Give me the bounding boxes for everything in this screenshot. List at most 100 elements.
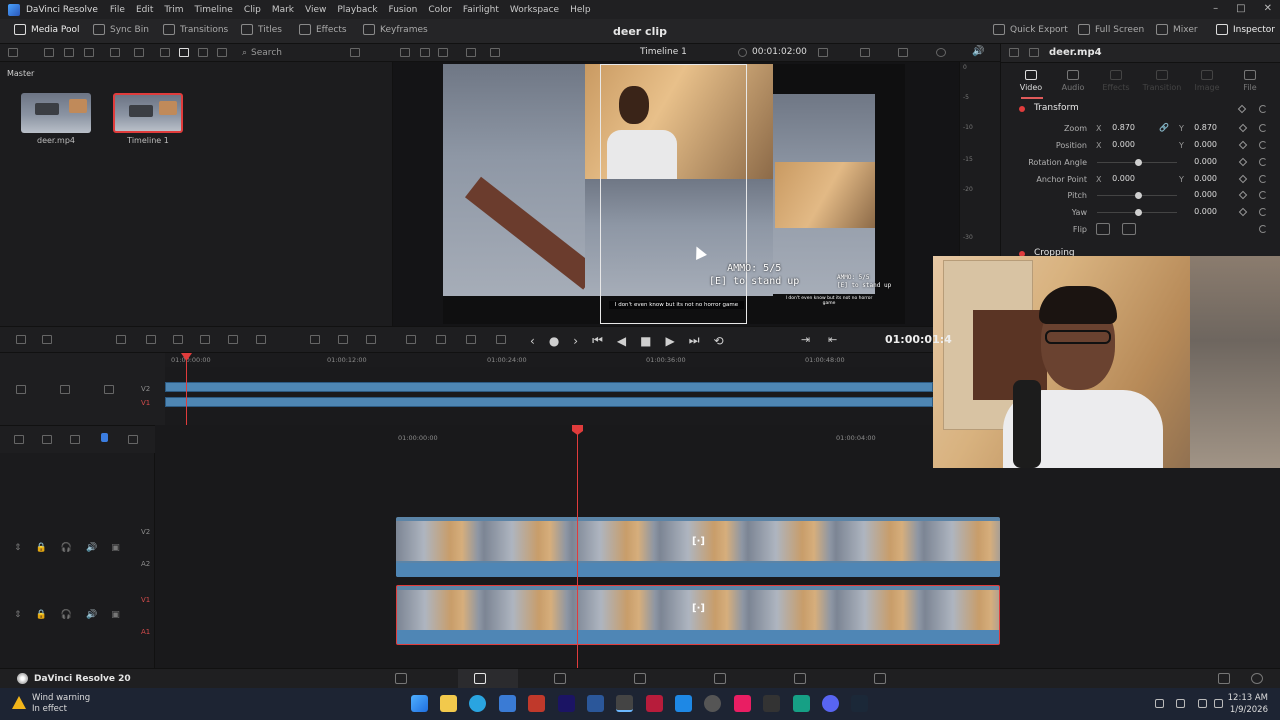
link-clips-icon[interactable] <box>42 335 52 344</box>
clip-track-v2[interactable] <box>396 517 1000 577</box>
menu-trim[interactable]: Trim <box>164 5 183 15</box>
store-icon[interactable] <box>499 695 516 712</box>
insert-icon[interactable] <box>116 335 126 344</box>
app-blue-icon[interactable] <box>675 695 692 712</box>
reset-icon[interactable] <box>1259 191 1267 199</box>
anchor-x-field[interactable]: 0.000 <box>1101 174 1135 183</box>
menu-mark[interactable]: Mark <box>272 5 294 15</box>
after-effects-icon[interactable] <box>646 695 663 712</box>
close-viewer-icon[interactable] <box>490 48 500 57</box>
bin-name[interactable]: Master <box>7 69 34 78</box>
upper-timeline-ruler[interactable]: 01:00:00:00 01:00:12:00 01:00:24:00 01:0… <box>165 353 933 367</box>
volume-icon[interactable] <box>1214 699 1223 708</box>
safe-area-icon[interactable] <box>496 335 506 344</box>
media-page-icon[interactable] <box>395 673 407 684</box>
timeline-view-icon[interactable] <box>14 435 24 444</box>
viewer-frame[interactable]: AMMO: 5/5 [E] to stand up AMMO: 5/5 [E] … <box>443 64 905 324</box>
mark-out-icon[interactable]: ⇤ <box>828 333 837 346</box>
reset-icon[interactable] <box>1259 225 1267 233</box>
upper-clip-v2[interactable] <box>165 382 933 392</box>
position-y-field[interactable]: 0.000 <box>1183 140 1217 149</box>
microphone-tray-icon[interactable] <box>1176 699 1185 708</box>
menu-workspace[interactable]: Workspace <box>510 5 559 15</box>
steam-icon[interactable] <box>851 695 868 712</box>
quick-export-button[interactable]: Quick Export <box>993 24 1068 35</box>
effects-button[interactable]: Effects <box>299 24 347 35</box>
lock-icon[interactable]: 🔒 <box>36 610 47 620</box>
keyframe-icon[interactable] <box>1238 140 1248 150</box>
tab-image[interactable]: Image <box>1187 70 1227 92</box>
menu-help[interactable]: Help <box>570 5 591 15</box>
app-red-icon[interactable] <box>528 695 545 712</box>
list-view-icon[interactable] <box>160 48 170 57</box>
cut-page-icon[interactable] <box>474 673 486 684</box>
link-icon[interactable]: 🔗 <box>1159 123 1169 132</box>
keyframe-icon[interactable] <box>1238 207 1248 217</box>
play-reverse-icon[interactable]: ◀ <box>617 334 626 348</box>
clip-track-v1[interactable] <box>396 585 1000 645</box>
clip-thumbnail-deer[interactable] <box>21 93 91 133</box>
menu-file[interactable]: File <box>110 5 125 15</box>
go-to-start-icon[interactable]: ⏮ <box>592 333 603 348</box>
app-green-icon[interactable] <box>793 695 810 712</box>
speaker-icon[interactable]: 🔊 <box>86 610 97 620</box>
ripple-icon[interactable] <box>310 335 320 344</box>
premiere-icon[interactable] <box>558 695 575 712</box>
replace-icon[interactable] <box>173 335 183 344</box>
panel-toggle-icon[interactable] <box>8 48 18 57</box>
zoom-y-field[interactable]: 0.870 <box>1183 123 1217 132</box>
media-pool-button[interactable]: Media Pool <box>14 24 80 35</box>
menu-view[interactable]: View <box>305 5 326 15</box>
clip-viewer-icon[interactable] <box>420 48 430 57</box>
headphones-icon[interactable]: 🎧 <box>61 610 72 620</box>
upper-clip-v1[interactable] <box>165 397 933 407</box>
mark-in-icon[interactable]: ⇥ <box>801 333 810 346</box>
menu-fusion[interactable]: Fusion <box>389 5 418 15</box>
place-on-top-icon[interactable] <box>228 335 238 344</box>
fairlight-page-icon[interactable] <box>794 673 806 684</box>
flip-vertical-icon[interactable] <box>1122 223 1136 235</box>
headphones-icon[interactable]: 🎧 <box>61 543 72 553</box>
edit-page-icon[interactable] <box>554 673 566 684</box>
lower-timeline-ruler[interactable]: 01:00:00:00 01:00:04:00 <box>396 430 1000 446</box>
import-icon[interactable] <box>64 48 74 57</box>
stop-icon[interactable]: ■ <box>640 334 651 348</box>
tab-effects[interactable]: Effects <box>1096 70 1136 92</box>
video-toggle-icon[interactable]: ▣ <box>111 610 120 620</box>
zoom-fit-icon[interactable] <box>818 48 828 57</box>
menu-playback[interactable]: Playback <box>337 5 377 15</box>
marker-icon[interactable]: ● <box>549 334 559 348</box>
mixer-button[interactable]: Mixer <box>1156 24 1198 35</box>
tab-video[interactable]: Video <box>1011 70 1051 92</box>
keyframe-icon[interactable] <box>1237 104 1247 114</box>
rotation-slider-handle[interactable] <box>1135 159 1142 166</box>
sync-bin-button[interactable]: Sync Bin <box>93 24 149 35</box>
reset-icon[interactable] <box>1259 105 1267 113</box>
fit-to-fill-icon[interactable] <box>200 335 210 344</box>
loop-icon[interactable]: ⟲ <box>714 334 724 348</box>
viewer-options-icon[interactable] <box>860 48 870 57</box>
color-page-icon[interactable] <box>714 673 726 684</box>
menu-color[interactable]: Color <box>428 5 452 15</box>
transform-section-header[interactable]: Transform <box>1001 102 1280 117</box>
tab-transition[interactable]: Transition <box>1142 70 1182 92</box>
music-app-icon[interactable] <box>734 695 751 712</box>
move-track-icon[interactable]: ⇕ <box>14 543 22 553</box>
keyframe-icon[interactable] <box>1238 157 1248 167</box>
snap-icon[interactable] <box>16 335 26 344</box>
home-icon[interactable] <box>1218 673 1230 684</box>
anchor-y-field[interactable]: 0.000 <box>1183 174 1217 183</box>
keyframes-button[interactable]: Keyframes <box>363 24 428 35</box>
reset-icon[interactable] <box>1259 208 1267 216</box>
move-track-icon[interactable]: ⇕ <box>14 610 22 620</box>
close-up-icon[interactable] <box>338 335 348 344</box>
layout-icon[interactable] <box>438 48 448 57</box>
new-bin-icon[interactable] <box>44 48 54 57</box>
yaw-slider-handle[interactable] <box>1135 209 1142 216</box>
timeline-selector[interactable]: Timeline 1 <box>640 47 687 57</box>
start-button-icon[interactable] <box>411 695 428 712</box>
sort-icon[interactable] <box>350 48 360 57</box>
playhead-timecode[interactable]: 01:00:01:4 <box>885 333 952 346</box>
timeline-viewer[interactable]: AMMO: 5/5 [E] to stand up AMMO: 5/5 [E] … <box>393 62 959 326</box>
settings-gear-icon[interactable] <box>1251 673 1263 684</box>
